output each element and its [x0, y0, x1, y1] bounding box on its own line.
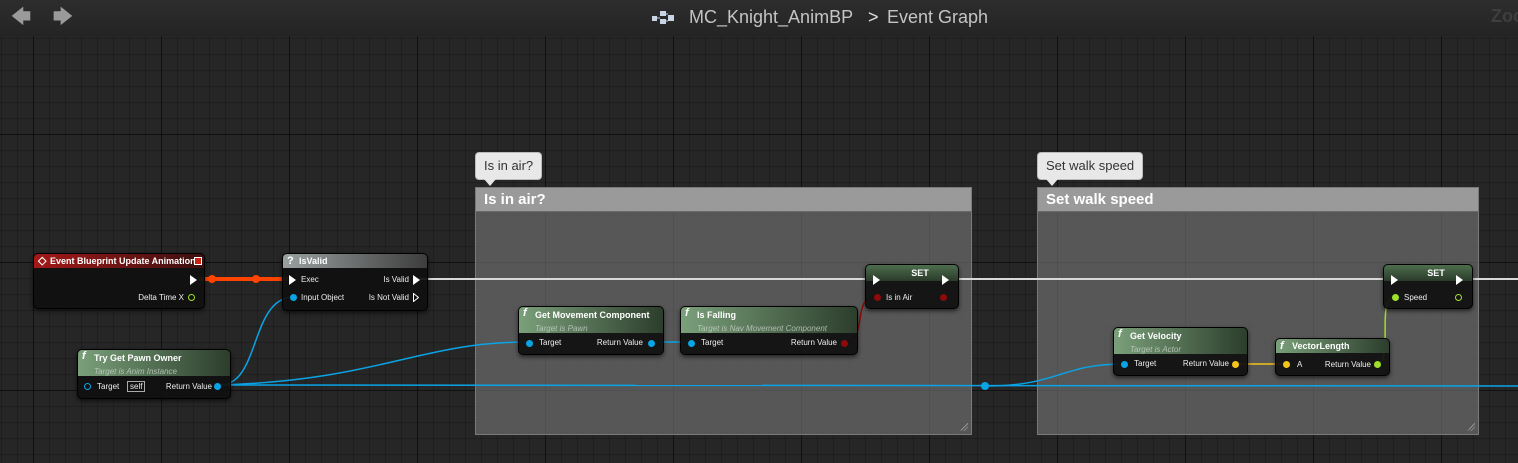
- pin-label: Speed: [1404, 293, 1428, 302]
- exec-out-pin[interactable]: [1456, 275, 1463, 285]
- get-movement-component-node[interactable]: f Get Movement Component Target is Pawn …: [518, 306, 664, 355]
- pin-label: Input Object: [301, 293, 345, 302]
- node-subtitle: Target is Actor: [1130, 345, 1181, 354]
- pin-label: Return Value: [790, 338, 837, 347]
- pin-label: Is Not Valid: [368, 293, 409, 302]
- object-pin-icon[interactable]: [526, 340, 533, 347]
- vector-pin-icon[interactable]: [1283, 361, 1290, 368]
- node-title: VectorLength: [1292, 341, 1350, 351]
- function-icon: f: [1280, 340, 1284, 352]
- wire-reroute-knot: [252, 275, 260, 283]
- event-square-icon: [194, 257, 202, 265]
- function-icon: f: [1118, 328, 1122, 340]
- pin-label: Return Value: [596, 338, 643, 347]
- node-title: SET: [1427, 268, 1445, 278]
- set-is-in-air-node[interactable]: SET Is in Air: [865, 264, 959, 309]
- float-pin-icon[interactable]: [1374, 361, 1381, 368]
- node-subtitle: Target is Pawn: [535, 324, 588, 333]
- node-header[interactable]: ? IsValid: [283, 254, 427, 268]
- pin-label: A: [1297, 360, 1303, 369]
- exec-in-pin[interactable]: [1391, 275, 1398, 285]
- wire-reroute-knot: [208, 275, 216, 283]
- pin-label: Return Value: [1324, 360, 1371, 369]
- node-title: Try Get Pawn Owner: [94, 353, 182, 363]
- exec-out-pin[interactable]: [413, 275, 420, 285]
- float-pin-icon[interactable]: [1455, 294, 1462, 301]
- object-pin-icon[interactable]: [1121, 361, 1128, 368]
- exec-out-pin[interactable]: [942, 275, 949, 285]
- get-velocity-node[interactable]: f Get Velocity Target is Actor Target Re…: [1113, 327, 1248, 376]
- set-speed-node[interactable]: SET Speed: [1383, 264, 1473, 309]
- vector-pin-icon[interactable]: [1232, 361, 1239, 368]
- node-title: IsValid: [299, 256, 328, 266]
- bool-pin-icon[interactable]: [940, 294, 947, 301]
- node-title: Is Falling: [697, 310, 737, 320]
- float-pin-icon[interactable]: [1392, 294, 1399, 301]
- node-title: SET: [911, 268, 929, 278]
- node-header[interactable]: f Get Movement Component Target is Pawn: [519, 307, 663, 333]
- object-pin-icon[interactable]: [648, 340, 655, 347]
- pin-label: Exec: [301, 275, 319, 284]
- pin-label: Is Valid: [383, 275, 409, 284]
- pin-label: Return Value: [1182, 359, 1229, 368]
- node-title: Get Velocity: [1130, 331, 1182, 341]
- pin-label: Target: [701, 338, 724, 347]
- node-subtitle: Target is Nav Movement Component: [697, 324, 827, 333]
- float-pin-icon[interactable]: [188, 294, 195, 301]
- function-icon: f: [685, 307, 689, 319]
- exec-out-pin[interactable]: [190, 275, 197, 285]
- isvalid-node[interactable]: ? IsValid Exec Is Valid Input Object Is …: [282, 253, 428, 311]
- event-diamond-icon: ◇: [38, 255, 47, 267]
- bool-pin-icon[interactable]: [874, 294, 881, 301]
- node-header[interactable]: f Is Falling Target is Nav Movement Comp…: [681, 307, 857, 333]
- object-pin-icon[interactable]: [290, 294, 297, 301]
- self-default-field[interactable]: self: [127, 381, 146, 392]
- node-header[interactable]: f VectorLength: [1276, 339, 1389, 353]
- node-header[interactable]: ◇ Event Blueprint Update Animation: [34, 254, 204, 268]
- node-title: Get Movement Component: [535, 310, 650, 320]
- question-icon: ?: [287, 255, 294, 267]
- object-wire: [219, 384, 1518, 387]
- pin-label: Target: [97, 382, 120, 391]
- object-wire: [984, 363, 1125, 387]
- pin-label: Delta Time X: [138, 293, 184, 302]
- event-update-animation-node[interactable]: ◇ Event Blueprint Update Animation Delta…: [33, 253, 205, 309]
- try-get-pawn-owner-node[interactable]: f Try Get Pawn Owner Target is Anim Inst…: [77, 349, 231, 399]
- function-icon: f: [523, 307, 527, 319]
- pin-label: Is in Air: [886, 293, 913, 302]
- exec-out-pin-empty[interactable]: [413, 293, 419, 302]
- bool-pin-icon[interactable]: [841, 340, 848, 347]
- node-header[interactable]: f Try Get Pawn Owner Target is Anim Inst…: [78, 350, 230, 376]
- pin-label: Target: [539, 338, 562, 347]
- pin-label: Target: [1134, 359, 1157, 368]
- pin-label: Return Value: [165, 382, 212, 391]
- exec-in-pin[interactable]: [289, 275, 296, 285]
- is-falling-node[interactable]: f Is Falling Target is Nav Movement Comp…: [680, 306, 858, 355]
- vector-length-node[interactable]: f VectorLength A Return Value: [1275, 338, 1390, 376]
- object-wire: [219, 341, 529, 386]
- node-title: Event Blueprint Update Animation: [50, 256, 196, 266]
- node-header[interactable]: f Get Velocity Target is Actor: [1114, 328, 1247, 354]
- function-icon: f: [82, 350, 86, 362]
- object-pin-icon[interactable]: [84, 383, 91, 390]
- object-pin-icon[interactable]: [688, 340, 695, 347]
- object-pin-icon[interactable]: [214, 383, 221, 390]
- node-subtitle: Target is Anim Instance: [94, 367, 178, 376]
- exec-in-pin[interactable]: [873, 275, 880, 285]
